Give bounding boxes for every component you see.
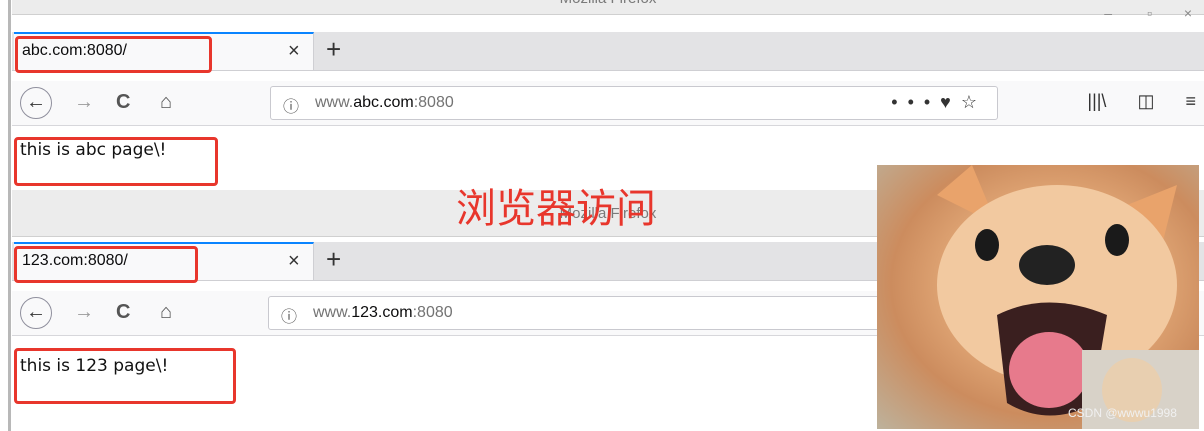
page-actions-icon[interactable]: ••• xyxy=(891,92,940,112)
nav-bar: ← → C ⌂ ⓘ www.abc.com:8080 •••♥☆ |||\ ◫ … xyxy=(12,81,1204,126)
url-text: www.abc.com:8080 xyxy=(315,94,454,111)
hamburger-menu-icon[interactable]: ≡ xyxy=(1185,91,1196,111)
pocket-icon[interactable]: ♥ xyxy=(940,92,961,112)
info-icon[interactable]: ⓘ xyxy=(283,93,299,117)
toolbar-icons: |||\ ◫ ≡ xyxy=(1061,91,1196,112)
close-window-button[interactable]: × xyxy=(1184,0,1192,30)
highlight-tab-1 xyxy=(15,36,212,73)
forward-arrow-icon[interactable]: → xyxy=(74,299,94,325)
tab-close-icon[interactable]: × xyxy=(288,250,300,273)
watermark: CSDN @wwwu1998 xyxy=(1068,406,1177,420)
dog-illustration xyxy=(937,165,1199,429)
window-title: Mozilla Firefox xyxy=(560,0,657,14)
highlight-page-2 xyxy=(14,348,236,404)
minimize-button[interactable]: – xyxy=(1104,0,1112,30)
new-tab-button[interactable]: + xyxy=(326,34,341,64)
new-tab-button[interactable]: + xyxy=(326,244,341,274)
bookmark-star-icon[interactable]: ☆ xyxy=(961,92,987,112)
url-text: www.123.com:8080 xyxy=(313,304,453,321)
desktop-edge xyxy=(8,0,11,431)
title-bar: Mozilla Firefox – ▫ × xyxy=(12,0,1204,21)
back-arrow-icon[interactable]: ← xyxy=(20,87,52,119)
home-icon[interactable]: ⌂ xyxy=(160,299,172,325)
sidebar-icon[interactable]: ◫ xyxy=(1137,91,1154,111)
tab-close-icon[interactable]: × xyxy=(288,40,300,63)
info-icon[interactable]: ⓘ xyxy=(281,303,297,327)
maximize-button[interactable]: ▫ xyxy=(1147,0,1152,30)
highlight-tab-2 xyxy=(14,246,198,283)
reload-icon[interactable]: C xyxy=(116,89,130,115)
library-icon[interactable]: |||\ xyxy=(1087,91,1106,111)
highlight-page-1 xyxy=(14,137,218,186)
dog-meme-image xyxy=(877,165,1199,429)
reload-icon[interactable]: C xyxy=(116,299,130,325)
forward-arrow-icon[interactable]: → xyxy=(74,89,94,115)
url-actions: •••♥☆ xyxy=(891,92,987,113)
back-arrow-icon[interactable]: ← xyxy=(20,297,52,329)
home-icon[interactable]: ⌂ xyxy=(160,89,172,115)
url-bar[interactable]: ⓘ www.abc.com:8080 •••♥☆ xyxy=(270,86,998,120)
annotation-label: 浏览器访问 xyxy=(456,186,656,232)
